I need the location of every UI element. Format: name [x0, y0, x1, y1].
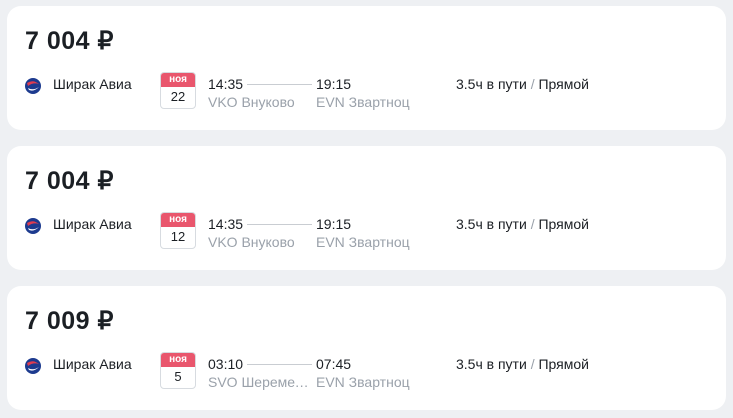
separator: / [530, 216, 535, 232]
date-month: ноя [161, 213, 195, 227]
flight-offer-card[interactable]: 7 009 ₽ Ширак Авиа ноя 5 03:10 07:45 SVO… [7, 286, 726, 410]
date-badge: ноя 5 [160, 352, 196, 389]
route-line [247, 364, 312, 365]
date-badge: ноя 12 [160, 212, 196, 249]
separator: / [530, 76, 535, 92]
departure-airport: VKO Внуково [208, 234, 295, 250]
date-day: 12 [170, 229, 186, 244]
departure-time: 14:35 [208, 216, 244, 232]
arrival-airport: EVN Звартноц [316, 234, 410, 250]
transfer-type: Прямой [538, 76, 589, 92]
flight-duration: 3.5ч в пути [456, 216, 527, 232]
date-month: ноя [161, 353, 195, 367]
route-line [247, 224, 312, 225]
airline-logo-icon [25, 218, 41, 234]
departure-airport: VKO Внуково [208, 94, 295, 110]
airline-logo-icon [25, 78, 41, 94]
departure-time: 03:10 [208, 356, 244, 372]
flight-duration: 3.5ч в пути [456, 76, 527, 92]
departure-airport: SVO Шеремет... [208, 374, 311, 390]
date-day: 5 [174, 369, 182, 384]
flight-offer-card[interactable]: 7 004 ₽ Ширак Авиа ноя 22 14:35 19:15 VK… [7, 6, 726, 130]
transfer-type: Прямой [538, 216, 589, 232]
route-line [247, 84, 312, 85]
airline-name: Ширак Авиа [53, 356, 132, 372]
airline-name: Ширак Авиа [53, 76, 132, 92]
flight-duration: 3.5ч в пути [456, 356, 527, 372]
flight-info: 3.5ч в пути / Прямой [456, 76, 589, 92]
date-month: ноя [161, 73, 195, 87]
arrival-time: 07:45 [316, 356, 352, 372]
airline-logo-icon [25, 358, 41, 374]
offer-price: 7 004 ₽ [25, 27, 114, 55]
date-day: 22 [170, 89, 186, 104]
transfer-type: Прямой [538, 356, 589, 372]
flight-info: 3.5ч в пути / Прямой [456, 356, 589, 372]
flight-info: 3.5ч в пути / Прямой [456, 216, 589, 232]
airline-name: Ширак Авиа [53, 216, 132, 232]
departure-time: 14:35 [208, 76, 244, 92]
separator: / [530, 356, 535, 372]
offer-price: 7 004 ₽ [25, 167, 114, 195]
arrival-airport: EVN Звартноц [316, 374, 410, 390]
arrival-airport: EVN Звартноц [316, 94, 410, 110]
arrival-time: 19:15 [316, 76, 352, 92]
offer-price: 7 009 ₽ [25, 307, 114, 335]
flight-offer-card[interactable]: 7 004 ₽ Ширак Авиа ноя 12 14:35 19:15 VK… [7, 146, 726, 270]
arrival-time: 19:15 [316, 216, 352, 232]
date-badge: ноя 22 [160, 72, 196, 109]
